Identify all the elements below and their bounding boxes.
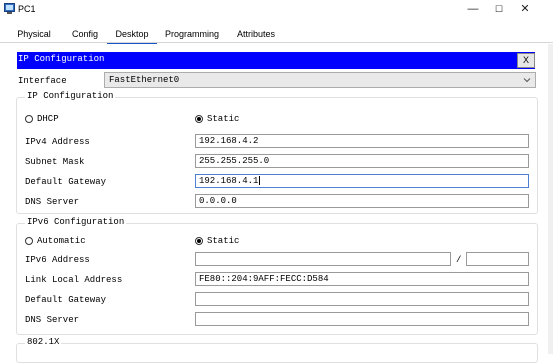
- ipv6-automatic-radio[interactable]: [25, 237, 33, 245]
- ip-config-close-button[interactable]: X: [517, 53, 535, 68]
- dot1x-section-title: 802.1X: [25, 337, 62, 347]
- ipv4-gateway-label: Default Gateway: [25, 177, 107, 187]
- dhcp-radio[interactable]: [25, 115, 33, 123]
- ipv4-section-title: IP Configuration: [25, 91, 116, 101]
- close-window-button[interactable]: ✕: [514, 2, 536, 16]
- ipv6-automatic-label: Automatic: [37, 236, 86, 246]
- prefix-separator: /: [456, 255, 462, 265]
- ipv4-address-field[interactable]: 192.168.4.2: [195, 134, 529, 148]
- ipv6-gateway-field[interactable]: [195, 292, 529, 306]
- ipv4-gateway-field[interactable]: 192.168.4.1: [195, 174, 529, 188]
- tab-attributes[interactable]: Attributes: [230, 27, 282, 42]
- window-title: PC1: [18, 4, 36, 14]
- tab-programming[interactable]: Programming: [163, 27, 221, 42]
- ipv6-static-radio[interactable]: [195, 237, 203, 245]
- interface-select[interactable]: FastEthernet0: [104, 72, 536, 88]
- ipv4-address-label: IPv4 Address: [25, 137, 90, 147]
- ipv6-prefix-field[interactable]: [466, 252, 529, 266]
- ipv4-static-label: Static: [207, 114, 240, 124]
- subnet-mask-field[interactable]: 255.255.255.0: [195, 154, 529, 168]
- ipv6-static-label: Static: [207, 236, 240, 246]
- dot1x-section: 802.1X: [16, 337, 538, 363]
- tab-physical[interactable]: Physical: [12, 27, 56, 42]
- ipv6-dns-label: DNS Server: [25, 315, 80, 325]
- ipv6-address-field[interactable]: [195, 252, 451, 266]
- subnet-mask-label: Subnet Mask: [25, 157, 85, 167]
- ip-config-header-title: IP Configuration: [18, 54, 105, 64]
- ip-config-header: IP Configuration X: [17, 52, 535, 69]
- tab-divider: [0, 42, 553, 43]
- link-local-field[interactable]: FE80::204:9AFF:FECC:D584: [195, 272, 529, 286]
- pc-app-icon: [4, 3, 15, 14]
- interface-selected-value: FastEthernet0: [109, 75, 180, 85]
- minimize-button[interactable]: —: [462, 2, 484, 16]
- text-caret: [259, 176, 261, 186]
- ipv6-dns-field[interactable]: [195, 312, 529, 326]
- ipv4-static-radio[interactable]: [195, 115, 203, 123]
- ipv4-dns-label: DNS Server: [25, 197, 80, 207]
- window-titlebar: PC1 — ☐ ✕: [0, 0, 553, 20]
- interface-label: Interface: [18, 76, 67, 86]
- dhcp-label: DHCP: [37, 114, 59, 124]
- link-local-label: Link Local Address: [25, 275, 123, 285]
- tab-config[interactable]: Config: [67, 27, 103, 42]
- ipv4-dns-field[interactable]: 0.0.0.0: [195, 194, 529, 208]
- ipv6-address-label: IPv6 Address: [25, 255, 90, 265]
- maximize-button[interactable]: ☐: [488, 2, 510, 16]
- chevron-down-icon: [523, 78, 531, 83]
- ipv6-section-title: IPv6 Configuration: [25, 217, 127, 227]
- ipv4-gateway-value: 192.168.4.1: [199, 176, 259, 186]
- scrollbar[interactable]: [548, 44, 553, 354]
- tab-bar: Physical Config Desktop Programming Attr…: [0, 27, 553, 44]
- ipv6-gateway-label: Default Gateway: [25, 295, 107, 305]
